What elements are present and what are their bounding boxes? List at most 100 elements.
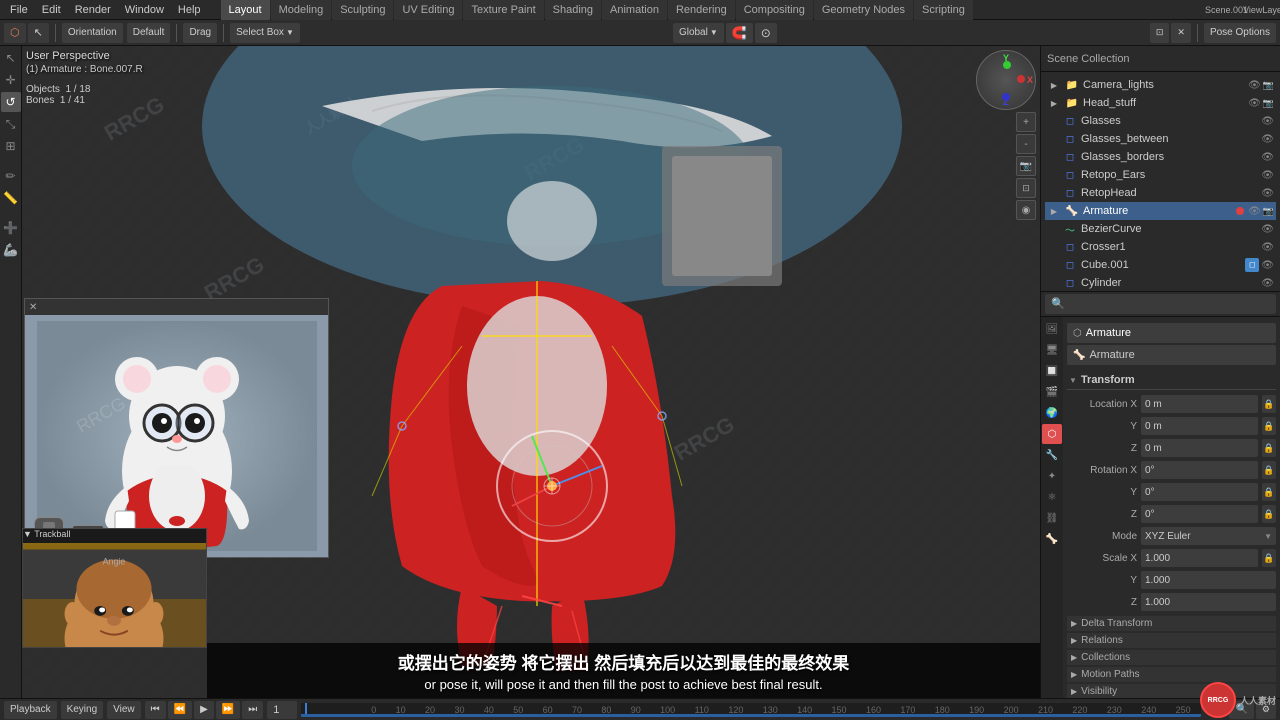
render-icon-0[interactable]: 📷 [1263, 80, 1274, 91]
sidebar-add-icon[interactable]: ➕ [1, 218, 21, 238]
menu-help[interactable]: Help [172, 0, 207, 19]
visibility-icon-arm[interactable]: 👁 [1248, 206, 1261, 217]
menu-file[interactable]: File [4, 0, 34, 19]
collection-item-glasses-between[interactable]: ◻ Glasses_between 👁 [1045, 130, 1276, 148]
menu-window[interactable]: Window [119, 0, 170, 19]
rotation-x-lock[interactable]: 🔒 [1262, 461, 1276, 479]
visibility-icon-0[interactable]: 👁 [1248, 80, 1261, 91]
collection-item-glasses-borders[interactable]: ◻ Glasses_borders 👁 [1045, 148, 1276, 166]
select-btn[interactable]: ↖ [28, 23, 49, 43]
select-box-btn[interactable]: Select Box ▼ [230, 23, 300, 43]
sidebar-pose-icon[interactable]: 🦾 [1, 240, 21, 260]
nav-circle[interactable]: X Y Z [976, 50, 1036, 110]
mode-btn[interactable]: ⬡ [4, 23, 26, 43]
collection-item-head-stuff[interactable]: ▶ 📁 Head_stuff 👁 📷 [1045, 94, 1276, 112]
scale-x-lock[interactable]: 🔒 [1262, 549, 1276, 567]
scale-y-value[interactable]: 1.000 [1141, 571, 1276, 589]
location-x-value[interactable]: 0 m [1141, 395, 1258, 413]
skip-start-btn[interactable]: ⏮ [145, 701, 166, 719]
sidebar-rotate-icon[interactable]: ↺ [1, 92, 21, 112]
object-props-icon[interactable]: ⬡ [1042, 424, 1062, 444]
visibility-icon-cylinder[interactable]: 👁 [1261, 278, 1274, 289]
relations-header[interactable]: ▶ Relations [1067, 633, 1276, 648]
tab-rendering[interactable]: Rendering [668, 0, 735, 20]
nav-x-axis[interactable]: X [1027, 75, 1033, 85]
rotation-z-lock[interactable]: 🔒 [1262, 505, 1276, 523]
collections-header[interactable]: ▶ Collections [1067, 650, 1276, 665]
drag-btn[interactable]: Drag [183, 23, 217, 43]
collection-item-camera-lights[interactable]: ▶ 📁 Camera_lights 👁 📷 [1045, 76, 1276, 94]
visibility-icon-rh[interactable]: 👁 [1261, 188, 1274, 199]
collection-item-retopo-ears[interactable]: ◻ Retopo_Ears 👁 [1045, 166, 1276, 184]
snap-icon[interactable]: 🧲 [726, 23, 753, 43]
preview-close[interactable]: ✕ [29, 302, 37, 313]
physics-props-icon[interactable]: ⚛ [1042, 487, 1062, 507]
playback-btn[interactable]: Playback [4, 701, 57, 719]
visibility-icon-gb[interactable]: 👁 [1261, 134, 1274, 145]
default-btn[interactable]: Default [127, 23, 171, 43]
sidebar-transform-icon[interactable]: ⊞ [1, 136, 21, 156]
rotation-x-value[interactable]: 0° [1141, 461, 1258, 479]
tab-geometry-nodes[interactable]: Geometry Nodes [814, 0, 913, 20]
sidebar-move-icon[interactable]: ✛ [1, 70, 21, 90]
collection-item-cylinder[interactable]: ◻ Cylinder 👁 [1045, 274, 1276, 292]
view-layer-icon[interactable]: ViewLayer [1256, 2, 1272, 18]
world-props-icon[interactable]: 🌍 [1042, 403, 1062, 423]
fullscreen-btn[interactable]: ⊡ [1150, 23, 1170, 43]
sidebar-annotate-icon[interactable]: ✏ [1, 166, 21, 186]
data-props-icon[interactable]: 🦴 [1042, 529, 1062, 549]
transform-title[interactable]: ▼ Transform [1067, 371, 1276, 390]
visibility-icon-glasses[interactable]: 👁 [1261, 116, 1274, 127]
menu-render[interactable]: Render [69, 0, 117, 19]
tab-modeling[interactable]: Modeling [271, 0, 332, 20]
keying-btn[interactable]: Keying [61, 701, 104, 719]
sidebar-measure-icon[interactable]: 📏 [1, 188, 21, 208]
render-icon-arm[interactable]: 📷 [1263, 206, 1274, 217]
tab-scripting[interactable]: Scripting [914, 0, 973, 20]
rotation-y-lock[interactable]: 🔒 [1262, 483, 1276, 501]
view-layer-props-icon[interactable]: 🔲 [1042, 361, 1062, 381]
collection-item-bezier[interactable]: 〜 BezierCurve 👁 [1045, 220, 1276, 238]
collection-item-retophead[interactable]: ◻ RetopHead 👁 [1045, 184, 1276, 202]
zoom-in-btn[interactable]: + [1016, 112, 1036, 132]
data-name-display[interactable]: Armature [1089, 349, 1134, 361]
visibility-icon-cube001[interactable]: 👁 [1261, 260, 1274, 271]
collection-item-cube001[interactable]: ◻ Cube.001 ◻ 👁 [1045, 256, 1276, 274]
sidebar-scale-icon[interactable]: ⤡ [1, 114, 21, 134]
collection-item-armature[interactable]: ▶ 🦴 Armature 👁 📷 [1045, 202, 1276, 220]
location-z-lock[interactable]: 🔒 [1262, 439, 1276, 457]
visibility-icon-re[interactable]: 👁 [1261, 170, 1274, 181]
tab-sculpting[interactable]: Sculpting [332, 0, 393, 20]
proportional-icon[interactable]: ⊙ [755, 23, 777, 43]
global-btn[interactable]: Global ▼ [673, 23, 724, 43]
viewport-area[interactable]: RRCG 人人素材 RRCG 人人素材 RRCG 人人素材 RRCG 人人素材 … [22, 46, 1040, 698]
output-props-icon[interactable]: 🖥 [1042, 340, 1062, 360]
zoom-out-btn[interactable]: - [1016, 134, 1036, 154]
object-name-display[interactable]: Armature [1086, 327, 1131, 339]
render-props-icon[interactable]: 🖼 [1042, 319, 1062, 339]
scale-x-value[interactable]: 1.000 [1141, 549, 1258, 567]
render-icon-1[interactable]: 📷 [1263, 98, 1274, 109]
menu-edit[interactable]: Edit [36, 0, 67, 19]
tab-texture-paint[interactable]: Texture Paint [463, 0, 543, 20]
visibility-icon-bezier[interactable]: 👁 [1261, 224, 1274, 235]
location-y-lock[interactable]: 🔒 [1262, 417, 1276, 435]
sidebar-cursor-icon[interactable]: ↖ [1, 48, 21, 68]
constraints-props-icon[interactable]: ⛓ [1042, 508, 1062, 528]
visibility-icon-gborder[interactable]: 👁 [1261, 152, 1274, 163]
nav-widget[interactable]: X Y Z [976, 50, 1036, 110]
search-input[interactable] [1045, 294, 1276, 314]
motion-paths-header[interactable]: ▶ Motion Paths [1067, 667, 1276, 682]
tab-compositing[interactable]: Compositing [736, 0, 813, 20]
collection-item-glasses[interactable]: ◻ Glasses 👁 [1045, 112, 1276, 130]
close-viewport-btn[interactable]: ✕ [1171, 23, 1191, 43]
view-btn[interactable]: View [107, 701, 141, 719]
tab-animation[interactable]: Animation [602, 0, 667, 20]
perspective-btn[interactable]: ⊡ [1016, 178, 1036, 198]
local-view-btn[interactable]: ◉ [1016, 200, 1036, 220]
step-forward-btn[interactable]: ⏩ [216, 701, 240, 719]
modifier-props-icon[interactable]: 🔧 [1042, 445, 1062, 465]
webcam-collapse[interactable]: ▼ [23, 529, 32, 539]
scene-props-icon[interactable]: 🎬 [1042, 382, 1062, 402]
location-x-lock[interactable]: 🔒 [1262, 395, 1276, 413]
